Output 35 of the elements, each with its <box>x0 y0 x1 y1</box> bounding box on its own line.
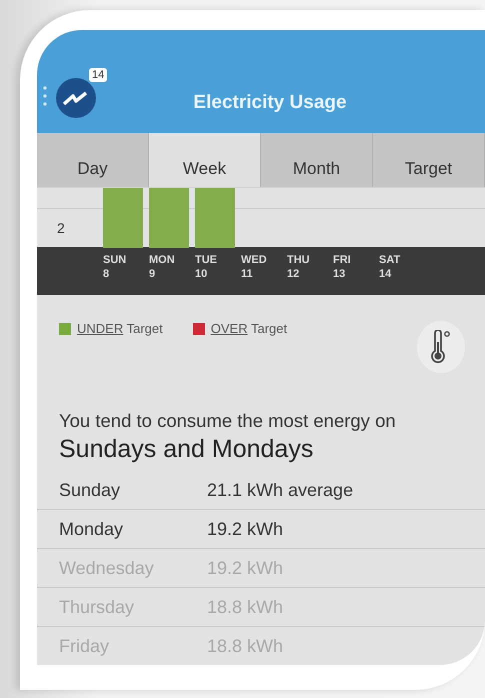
usage-value: 19.2 kWh <box>207 556 284 580</box>
insight-text: You tend to consume the most energy on <box>58 409 397 433</box>
day-label: THU <box>287 253 311 267</box>
date-label: 11 <box>241 267 254 281</box>
day-label: SUN <box>103 253 128 267</box>
date-label: 9 <box>149 267 156 281</box>
day-name: Sunday <box>59 478 122 502</box>
usage-value: 18.8 kWh <box>207 596 284 618</box>
day-name: Friday <box>59 634 110 658</box>
tab[interactable]: Target <box>373 133 485 187</box>
legend-label: OVER Target <box>210 320 288 338</box>
usage-value: 19.2 kWh <box>207 518 284 540</box>
day-label: SAT <box>379 253 402 267</box>
date-label: 13 <box>333 267 346 281</box>
day-label: WED <box>241 253 268 267</box>
insight-highlight: Sundays and Mondays <box>58 434 314 465</box>
thermometer-icon <box>431 330 451 364</box>
date-label: 12 <box>287 267 300 281</box>
date-label: 14 <box>379 267 392 281</box>
usage-value: 21.1 kWh average <box>207 478 354 502</box>
notification-count: 14 <box>89 68 108 82</box>
day-label: MON <box>149 253 176 267</box>
day-name: Thursday <box>59 596 136 619</box>
day-name: Monday <box>59 518 124 541</box>
axis-label: 2 <box>57 219 65 238</box>
screen-title: Electricity Usage <box>193 91 347 115</box>
legend-label: UNDER Target <box>77 320 163 338</box>
tab[interactable]: Month <box>261 133 373 187</box>
day-name: Wednesday <box>59 556 155 580</box>
date-label: 10 <box>195 267 208 281</box>
day-label: FRI <box>333 253 352 267</box>
tab[interactable]: Day <box>37 133 149 187</box>
date-label: 8 <box>103 267 110 281</box>
usage-value: 18.8 kWh <box>207 634 284 658</box>
day-label: TUE <box>195 253 218 267</box>
